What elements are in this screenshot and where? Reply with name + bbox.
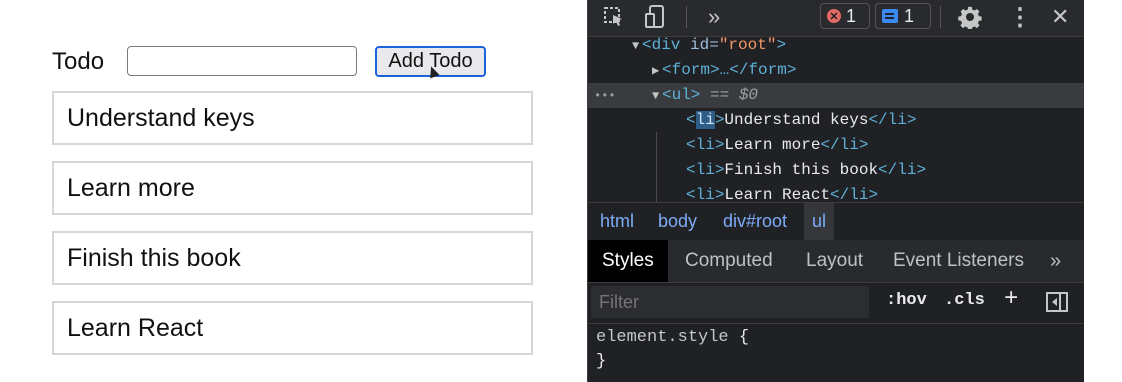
li-close-tag: </li> — [830, 186, 879, 202]
element-style-selector: element.style — [596, 328, 729, 347]
todo-input[interactable] — [127, 46, 357, 76]
toolbar-divider — [940, 6, 941, 28]
devtools-panel: » ✕ 1 1 ⋮ ✕ ▼ <div id="root"> ▶ <form>…</f… — [587, 0, 1084, 382]
styles-tabs: Styles Computed Layout Event Listeners » — [588, 240, 1084, 283]
errors-count: 1 — [846, 5, 857, 26]
id-attr-name: id= — [690, 37, 719, 54]
device-toolbar-icon[interactable] — [644, 5, 666, 29]
new-style-rule-icon[interactable]: + — [1004, 286, 1018, 313]
li-close-tag: </li> — [820, 136, 869, 154]
div-close-bracket: > — [776, 37, 787, 54]
settings-gear-icon[interactable] — [958, 5, 982, 29]
dom-node-li[interactable]: <li>Finish this book</li> — [588, 158, 1084, 183]
todo-item: Understand keys — [52, 91, 533, 145]
dom-node-li[interactable]: <li>Understand keys</li> — [588, 108, 1084, 133]
todo-item: Learn React — [52, 301, 533, 355]
id-attr-value: "root" — [718, 37, 777, 54]
form-collapsed: <form>…</form> — [662, 61, 797, 79]
todo-item: Finish this book — [52, 231, 533, 285]
todo-form: Todo Add Todo — [52, 44, 492, 80]
li-text: Understand keys — [724, 111, 869, 129]
messages-badge[interactable]: 1 — [875, 3, 931, 29]
selected-node-ref: == $0 — [710, 86, 759, 104]
ul-tag: <ul> — [662, 86, 701, 104]
li-open-close-bracket: > — [714, 186, 725, 202]
li-tag-name: li — [695, 136, 715, 154]
more-panels-icon[interactable]: » — [708, 4, 720, 29]
styles-filter-bar: :hov .cls + — [588, 283, 1084, 324]
class-toggle[interactable]: .cls — [944, 291, 985, 310]
error-icon: ✕ — [827, 9, 841, 23]
dom-node-ul-selected[interactable]: ••• ▼ <ul> == $0 — [588, 83, 1084, 108]
li-open-close-bracket: > — [714, 136, 725, 154]
messages-count: 1 — [904, 5, 915, 26]
kebab-menu-icon[interactable]: ⋮ — [1008, 4, 1032, 31]
li-text: Finish this book — [724, 161, 879, 179]
expanded-triangle-icon: ▼ — [632, 39, 640, 53]
devtools-toolbar: » ✕ 1 1 ⋮ ✕ — [588, 0, 1084, 37]
element-style-rule[interactable]: element.style { — [596, 328, 749, 347]
div-open-tag: <div — [642, 37, 681, 54]
li-text: Learn React — [724, 186, 831, 202]
dom-node-form[interactable]: ▶ <form>…</form> — [588, 58, 1084, 83]
styles-filter-input[interactable] — [591, 286, 869, 318]
li-tag-name: li — [695, 186, 715, 202]
more-tabs-icon[interactable]: » — [1050, 240, 1061, 282]
collapsed-triangle-icon: ▶ — [652, 64, 660, 78]
li-open-bracket: < — [686, 161, 696, 179]
li-tag-highlight: li — [695, 111, 715, 129]
breadcrumb-body[interactable]: body — [650, 203, 705, 240]
tab-layout[interactable]: Layout — [806, 240, 863, 282]
dom-node-li[interactable]: <li>Learn React</li> — [588, 183, 1084, 202]
hover-state-toggle[interactable]: :hov — [886, 291, 927, 310]
dom-tree: ▼ <div id="root"> ▶ <form>…</form> ••• ▼ <ul… — [588, 37, 1084, 202]
li-text: Learn more — [724, 136, 821, 154]
todo-label: Todo — [52, 48, 105, 75]
li-close-tag: </li> — [868, 111, 917, 129]
close-brace: } — [596, 352, 607, 371]
dom-node-li[interactable]: <li>Learn more</li> — [588, 133, 1084, 158]
close-icon[interactable]: ✕ — [1051, 4, 1069, 29]
node-actions-ellipsis-icon[interactable]: ••• — [594, 84, 652, 109]
toggle-sidebar-icon[interactable] — [1046, 292, 1068, 318]
li-tag-name: li — [695, 161, 715, 179]
li-open-close-bracket: > — [714, 111, 725, 129]
expanded-triangle-icon: ▼ — [652, 89, 660, 103]
errors-badge[interactable]: ✕ 1 — [820, 3, 870, 29]
inspect-element-icon[interactable] — [603, 5, 625, 29]
li-close-tag: </li> — [878, 161, 927, 179]
li-open-bracket: < — [686, 111, 696, 129]
li-open-bracket: < — [686, 136, 696, 154]
tab-computed[interactable]: Computed — [685, 240, 773, 282]
li-open-close-bracket: > — [714, 161, 725, 179]
todo-list: Understand keys Learn more Finish this b… — [52, 91, 533, 371]
message-icon — [882, 9, 898, 23]
breadcrumb: html body div#root ul — [588, 202, 1084, 241]
indent-guide — [656, 132, 657, 202]
close-brace-line: } — [596, 352, 606, 371]
todo-item: Learn more — [52, 161, 533, 215]
toolbar-divider — [686, 6, 687, 28]
breadcrumb-div-root[interactable]: div#root — [715, 203, 795, 240]
tab-styles[interactable]: Styles — [588, 240, 668, 282]
open-brace: { — [738, 328, 750, 347]
tab-event-listeners[interactable]: Event Listeners — [893, 240, 1024, 282]
li-open-bracket: < — [686, 186, 696, 202]
dom-node-div-root[interactable]: ▼ <div id="root"> — [588, 37, 1084, 58]
breadcrumb-html[interactable]: html — [592, 203, 642, 240]
breadcrumb-ul[interactable]: ul — [804, 203, 835, 240]
